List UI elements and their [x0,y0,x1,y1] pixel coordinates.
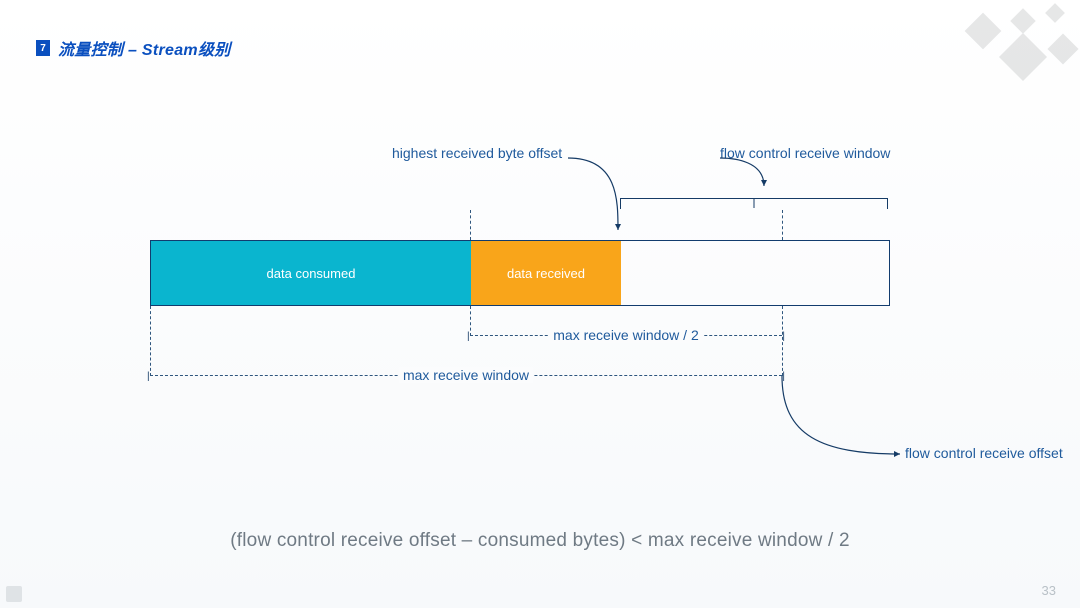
guide-left-edge [150,306,151,376]
slide-header: 7 流量控制 – Stream级别 [36,36,231,60]
dim-half-window: || max receive window / 2 [470,335,782,336]
arrow-highest-offset [560,152,640,240]
logo-icon [6,586,22,602]
guide-consumed-end-top [470,210,471,240]
corner-decor [940,0,1080,80]
segment-consumed: data consumed [151,241,471,305]
label-max-window: max receive window [399,367,533,383]
label-highest-offset: highest received byte offset [392,145,562,161]
segment-consumed-label: data consumed [267,266,356,281]
dim-max-window: || max receive window [150,375,782,376]
segment-received-label: data received [507,266,585,281]
brace-flow-window [620,198,888,211]
arrow-flow-window [716,152,786,192]
slide-title: 流量控制 – Stream级别 [58,36,231,60]
label-flow-offset: flow control receive offset [905,445,1063,461]
arrow-flow-offset [782,376,922,466]
segment-received: data received [471,241,621,305]
buffer-bar: data consumed data received [150,240,890,306]
formula-text: (flow control receive offset – consumed … [0,530,1080,552]
section-badge: 7 [36,40,50,56]
label-half-window: max receive window / 2 [549,327,703,343]
guide-flow-offset-top [782,210,783,240]
page-number: 33 [1042,583,1056,598]
guide-consumed-end [470,306,471,336]
